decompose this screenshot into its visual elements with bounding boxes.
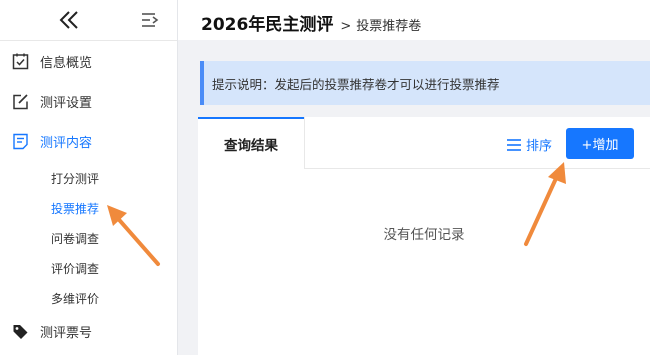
double-chevron-left-icon[interactable] — [58, 9, 80, 31]
sidebar-item-tickets[interactable]: 测评票号 — [0, 311, 177, 351]
sidebar-item-settings[interactable]: 测评设置 — [0, 81, 177, 121]
document-list-icon — [11, 132, 29, 150]
empty-state-text: 没有任何记录 — [383, 227, 465, 243]
edit-icon — [11, 92, 29, 110]
sidebar-subitem-evaluation[interactable]: 评价调查 — [51, 260, 99, 277]
annotation-arrow-icon — [107, 205, 160, 266]
sort-label: 排序 — [526, 139, 553, 154]
breadcrumb: 投票推荐卷 — [356, 19, 422, 34]
sidebar-subitem-scoring[interactable]: 打分测评 — [51, 170, 99, 187]
menu-collapse-icon[interactable] — [141, 11, 159, 29]
sidebar-subitem-survey[interactable]: 问卷调查 — [51, 230, 99, 247]
breadcrumb-separator: > — [340, 19, 352, 34]
sidebar-item-overview[interactable]: 信息概览 — [0, 41, 177, 81]
sidebar-subitem-voting[interactable]: 投票推荐 — [51, 200, 99, 217]
add-button[interactable]: +增加 — [566, 128, 634, 159]
sidebar-item-label: 测评票号 — [40, 325, 93, 341]
page-title: 2026年民主测评 — [201, 15, 334, 35]
sidebar-item-label: 测评设置 — [40, 95, 93, 111]
results-panel: 查询结果 排序 +增加 没有任何记录 — [198, 117, 650, 355]
sidebar-item-content[interactable]: 测评内容 — [0, 121, 177, 161]
sort-button[interactable]: 排序 — [507, 135, 552, 154]
annotation-arrow-icon — [524, 162, 566, 246]
notice-text: 提示说明：发起后的投票推荐卷才可以进行投票推荐 — [212, 76, 500, 92]
sidebar-subitem-multidimensional[interactable]: 多维评价 — [51, 290, 99, 307]
sidebar-item-label: 测评内容 — [40, 135, 93, 151]
tab-query-results[interactable]: 查询结果 — [198, 117, 304, 169]
page-header: 2026年民主测评 > 投票推荐卷 — [178, 0, 650, 40]
checklist-icon — [11, 52, 29, 70]
tag-icon — [11, 322, 29, 340]
sidebar-item-label: 信息概览 — [40, 55, 93, 71]
sidebar: 信息概览 测评设置 测评内容 打分测评 投票推荐 问卷调查 评价调查 多维评价 — [0, 0, 178, 355]
sidebar-top — [0, 0, 177, 41]
notice-banner: 提示说明：发起后的投票推荐卷才可以进行投票推荐 — [200, 61, 650, 105]
list-icon — [507, 138, 521, 151]
